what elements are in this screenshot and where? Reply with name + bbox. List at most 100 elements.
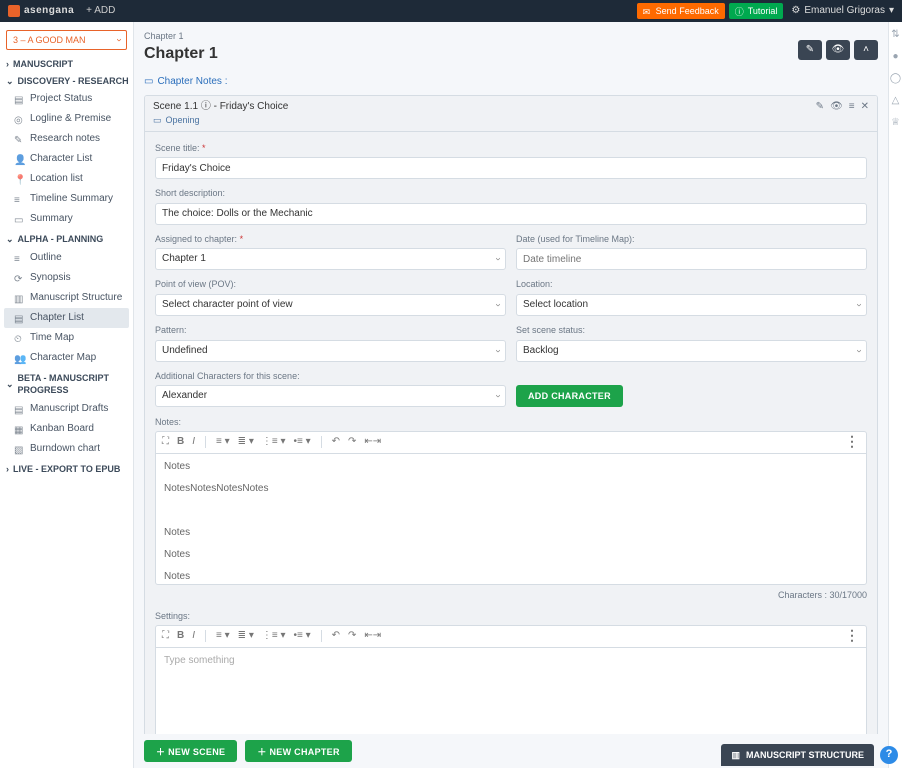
italic-icon[interactable]: I [192, 435, 195, 449]
assigned-chapter-select[interactable]: Chapter 1 › [155, 248, 506, 270]
nav-group-live[interactable]: › LIVE - EXPORT TO EPUB [6, 463, 129, 476]
nav-manuscript-drafts[interactable]: ▤Manuscript Drafts [4, 399, 129, 419]
chapter-notes-link[interactable]: ▭ Chapter Notes : [144, 75, 878, 89]
chevron-right-icon: › [6, 463, 9, 476]
send-feedback-button[interactable]: ✉ Send Feedback [637, 3, 725, 20]
scene-view-button[interactable]: 👁 [830, 100, 843, 114]
undo-icon[interactable]: ↶ [332, 435, 340, 449]
struct-icon: ▥ [731, 749, 740, 762]
nav-chapter-list[interactable]: ▤Chapter List [4, 308, 129, 328]
nav-character-map[interactable]: 👥Character Map [4, 348, 129, 368]
help-button[interactable]: ? [880, 746, 898, 764]
nav-manuscript-structure[interactable]: ▥Manuscript Structure [4, 288, 129, 308]
nav-synopsis[interactable]: ⟳Synopsis [4, 268, 129, 288]
pattern-select[interactable]: Undefined › [155, 340, 506, 362]
view-button[interactable]: 👁 [826, 40, 850, 60]
scene-title-label: Scene title: * [155, 142, 867, 155]
edit-button[interactable]: ✎ [798, 40, 822, 60]
insert-icon[interactable]: ⇤⇥ [364, 435, 381, 449]
nav-logline-premise[interactable]: ◎Logline & Premise [4, 109, 129, 129]
scene-edit-button[interactable]: ✎ [816, 100, 824, 114]
scene-menu-button[interactable]: ≡ [849, 100, 855, 114]
new-chapter-button[interactable]: ＋ NEW CHAPTER [245, 740, 351, 762]
manuscript-structure-button[interactable]: ▥ MANUSCRIPT STRUCTURE [721, 744, 874, 766]
project-select[interactable]: 3 – A GOOD MAN › [6, 30, 127, 50]
rail-shape-icon[interactable]: △ [892, 94, 900, 108]
nav-group-alpha[interactable]: ⌄ ALPHA - PLANNING [6, 233, 129, 246]
assigned-chapter-label: Assigned to chapter: * [155, 233, 506, 246]
nav-group-manuscript[interactable]: › MANUSCRIPT [6, 58, 129, 71]
fullscreen-icon[interactable]: ⛶ [162, 435, 169, 449]
scene-title-input[interactable] [155, 157, 867, 179]
send-feedback-label: Send Feedback [656, 5, 719, 18]
bold-icon[interactable]: B [177, 435, 184, 449]
redo-icon[interactable]: ↷ [348, 435, 356, 449]
redo-icon[interactable]: ↷ [348, 629, 356, 643]
pov-select[interactable]: Select character point of view › [155, 294, 506, 316]
undo-icon[interactable]: ↶ [332, 629, 340, 643]
tutorial-button[interactable]: ⓘ Tutorial [729, 3, 784, 20]
footer-float: ▥ MANUSCRIPT STRUCTURE ? [721, 744, 898, 766]
nav-time-map[interactable]: ⏲Time Map [4, 328, 129, 348]
rail-stats-icon[interactable]: ⇅ [891, 28, 899, 42]
date-timeline-input[interactable] [516, 248, 867, 270]
fullscreen-icon[interactable]: ⛶ [162, 629, 169, 643]
add-character-button[interactable]: ADD CHARACTER [516, 385, 623, 407]
location-label: Location: [516, 278, 867, 291]
nav-outline[interactable]: ≡Outline [4, 248, 129, 268]
settings-placeholder: Type something [164, 654, 858, 668]
users-icon: 👥 [14, 353, 24, 363]
bullet-icon[interactable]: •≡ ▾ [293, 629, 310, 643]
nav-group-beta[interactable]: ⌄ BETA - MANUSCRIPT PROGRESS [6, 372, 129, 397]
nav-kanban-board[interactable]: ▦Kanban Board [4, 419, 129, 439]
notes-editor: ⛶ B I ≡ ▾ ≣ ▾ ⋮≡ ▾ •≡ ▾ ↶ ↷ ⇤⇥ ⋮ [155, 431, 867, 585]
addtl-chars-select[interactable]: Alexander › [155, 385, 506, 407]
project-select-value: 3 – A GOOD MAN [13, 34, 86, 47]
ol-icon[interactable]: ≣ ▾ [238, 435, 254, 449]
italic-icon[interactable]: I [192, 629, 195, 643]
nav-item-label: Character List [30, 152, 92, 166]
chevron-down-icon: › [490, 258, 504, 261]
align-icon[interactable]: ≡ ▾ [216, 629, 230, 643]
nav-item-label: Chapter List [30, 311, 84, 325]
location-select[interactable]: Select location › [516, 294, 867, 316]
bold-icon[interactable]: B [177, 629, 184, 643]
pov-label: Point of view (POV): [155, 278, 506, 291]
rail-trophy-icon[interactable]: ♕ [891, 116, 900, 130]
chevron-down-icon: ⌄ [6, 75, 14, 88]
rail-circle-icon[interactable]: ◯ [890, 72, 901, 86]
insert-icon[interactable]: ⇤⇥ [364, 629, 381, 643]
nav-group-discovery[interactable]: ⌄ DISCOVERY - RESEARCH [6, 75, 129, 88]
nav-timeline-summary[interactable]: ≡Timeline Summary [4, 189, 129, 209]
add-button[interactable]: + ADD [86, 4, 115, 18]
location-value: Select location [523, 298, 588, 312]
collapse-button[interactable]: ˄ [854, 40, 878, 60]
nav-location-list[interactable]: 📍Location list [4, 169, 129, 189]
nav-burndown-chart[interactable]: ▧Burndown chart [4, 439, 129, 459]
target-icon: ◎ [14, 114, 24, 124]
ul-icon[interactable]: ⋮≡ ▾ [262, 629, 286, 643]
nav-item-label: Summary [30, 212, 73, 226]
nav-research-notes[interactable]: ✎Research notes [4, 129, 129, 149]
chevron-right-icon: › [6, 58, 9, 71]
rail-info-icon[interactable]: ● [892, 50, 898, 64]
ol-icon[interactable]: ≣ ▾ [238, 629, 254, 643]
notes-editor-body[interactable]: NotesNotesNotesNotesNotes NotesNotesNote… [156, 454, 866, 584]
status-select[interactable]: Backlog › [516, 340, 867, 362]
chevron-up-icon: ˄ [863, 43, 869, 57]
bullet-icon[interactable]: •≡ ▾ [293, 435, 310, 449]
more-icon[interactable]: ⋮ [845, 432, 860, 452]
nav-item-label: Research notes [30, 132, 100, 146]
new-scene-button[interactable]: ＋ NEW SCENE [144, 740, 237, 762]
manuscript-structure-label: MANUSCRIPT STRUCTURE [746, 749, 864, 762]
nav-summary[interactable]: ▭Summary [4, 209, 129, 229]
ul-icon[interactable]: ⋮≡ ▾ [262, 435, 286, 449]
nav-project-status[interactable]: ▤Project Status [4, 89, 129, 109]
nav-item-label: Outline [30, 251, 62, 265]
short-desc-input[interactable] [155, 203, 867, 225]
more-icon[interactable]: ⋮ [845, 626, 860, 646]
nav-character-list[interactable]: 👤Character List [4, 149, 129, 169]
user-menu[interactable]: ⚙ Emanuel Grigoras ▾ [791, 4, 894, 18]
scene-close-button[interactable]: ✕ [861, 100, 869, 114]
align-icon[interactable]: ≡ ▾ [216, 435, 230, 449]
